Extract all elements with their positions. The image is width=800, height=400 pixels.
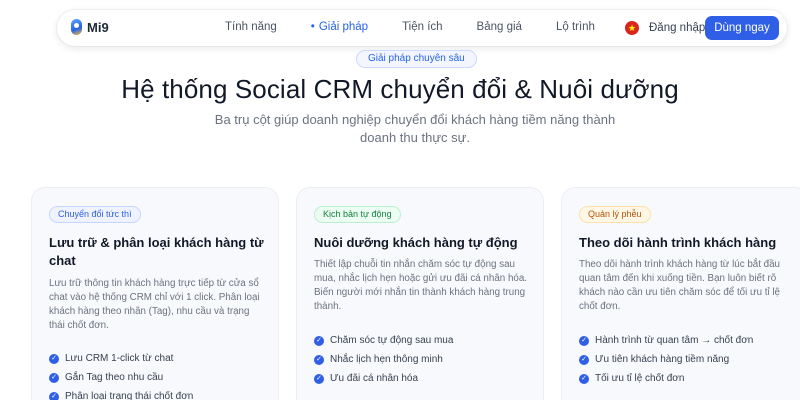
feature-card-auto-nurture: Kịch bản tự động Nuôi dưỡng khách hàng t… — [296, 187, 544, 400]
nav-link-giai-phap[interactable]: Giải pháp — [311, 21, 368, 33]
mi9-logo-icon — [71, 19, 82, 35]
check-circle-icon: ✓ — [579, 354, 589, 365]
check-circle-icon: ✓ — [579, 335, 589, 346]
nav-link-bang-gia[interactable]: Bảng giá — [477, 21, 522, 33]
card-description: Thiết lập chuỗi tin nhắn chăm sóc tự độn… — [314, 259, 528, 312]
card-badge: Chuyển đổi tức thì — [49, 206, 141, 223]
check-circle-icon: ✓ — [49, 353, 59, 364]
list-item: ✓ Chăm sóc tự động sau mua — [314, 331, 453, 350]
nav-link-tinh-nang[interactable]: Tính năng — [225, 21, 277, 33]
list-item: ✓ Ưu tiên khách hàng tiềm năng — [579, 350, 753, 369]
list-item: ✓ Ưu đãi cá nhân hóa — [314, 369, 453, 388]
section-subtitle: Ba trụ cột giúp doanh nghiệp chuyển đổi … — [214, 112, 616, 145]
check-circle-icon: ✓ — [49, 391, 59, 400]
main-nav: Tính năng Giải pháp Tiện ích Bảng giá Lộ… — [225, 21, 629, 33]
check-circle-icon: ✓ — [579, 373, 589, 384]
check-circle-icon: ✓ — [314, 373, 324, 384]
card-feature-list: ✓ Hành trình từ quan tâm → chốt đơn ✓ Ưu t… — [579, 331, 753, 388]
brand-name: Mi9 — [87, 19, 109, 35]
section-title: Hệ thống Social CRM chuyển đổi & Nuôi dư… — [121, 74, 679, 104]
list-item: ✓ Phân loại trạng thái chốt đơn — [49, 387, 193, 400]
brand-logo[interactable]: Mi9 — [71, 19, 109, 35]
card-description: Theo dõi hành trình khách hàng từ lúc bắ… — [579, 259, 781, 312]
feature-card-crm-storage: Chuyển đổi tức thì Lưu trữ & phân loại k… — [31, 187, 279, 400]
check-circle-icon: ✓ — [314, 335, 324, 346]
list-item: ✓ Tối ưu tỉ lệ chốt đơn — [579, 369, 753, 388]
vietnam-flag-icon[interactable]: ★ — [625, 21, 639, 35]
list-item: ✓ Gắn Tag theo nhu cầu — [49, 368, 193, 387]
top-navbar: Mi9 Tính năng Giải pháp Tiện ích Bảng gi… — [57, 10, 787, 46]
section-eyebrow-badge: Giải pháp chuyên sâu — [356, 50, 477, 68]
card-badge: Kịch bản tự động — [314, 206, 401, 223]
card-feature-list: ✓ Lưu CRM 1-click từ chat ✓ Gắn Tag theo n… — [49, 349, 193, 400]
list-item: ✓ Lưu CRM 1-click từ chat — [49, 349, 193, 368]
check-circle-icon: ✓ — [49, 372, 59, 383]
list-item: ✓ Hành trình từ quan tâm → chốt đơn — [579, 331, 753, 350]
card-feature-list: ✓ Chăm sóc tự động sau mua ✓ Nhắc lịch hẹn… — [314, 331, 453, 388]
card-description: Lưu trữ thông tin khách hàng trực tiếp t… — [49, 278, 260, 331]
check-circle-icon: ✓ — [314, 354, 324, 365]
nav-link-lo-trinh[interactable]: Lộ trình — [556, 21, 595, 33]
use-now-button[interactable]: Dùng ngay — [705, 16, 779, 40]
list-item: ✓ Nhắc lịch hẹn thông minh — [314, 350, 453, 369]
card-title: Nuôi dưỡng khách hàng tự động — [314, 235, 518, 250]
feature-card-customer-journey: Quản lý phễu Theo dõi hành trình khách h… — [561, 187, 800, 400]
card-badge: Quản lý phễu — [579, 206, 651, 223]
card-title: Theo dõi hành trình khách hàng — [579, 235, 777, 250]
nav-link-tien-ich[interactable]: Tiện ích — [402, 21, 442, 33]
card-title: Lưu trữ & phân loại khách hàng từ chat — [49, 235, 264, 268]
login-link[interactable]: Đăng nhập — [649, 22, 705, 34]
